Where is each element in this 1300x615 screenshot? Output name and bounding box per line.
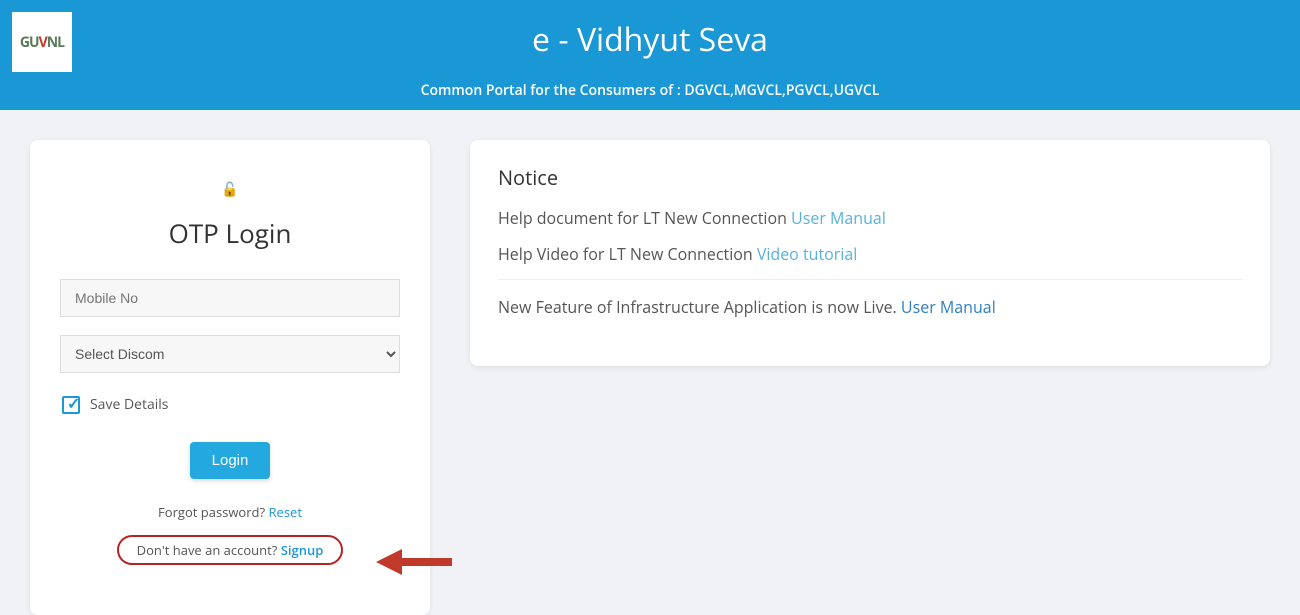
lock-icon: 🔓 xyxy=(60,180,400,199)
notice-divider xyxy=(498,279,1242,280)
annotation-arrow-icon xyxy=(376,553,456,571)
notice-line-3: New Feature of Infrastructure Applicatio… xyxy=(498,296,1242,318)
notice-line-1-text: Help document for LT New Connection xyxy=(498,207,791,229)
notice-line-3-text: New Feature of Infrastructure Applicatio… xyxy=(498,296,901,318)
logo-text-left: GU xyxy=(20,33,39,52)
page-subtitle: Common Portal for the Consumers of : DGV… xyxy=(0,81,1300,100)
notice-title: Notice xyxy=(498,164,1242,191)
notice-card: Notice Help document for LT New Connecti… xyxy=(470,140,1270,366)
login-card: 🔓 OTP Login Select Discom Save Details L… xyxy=(30,140,430,615)
notice-line-1-link[interactable]: User Manual xyxy=(791,207,886,229)
header: GUVNL e - Vidhyut Seva Common Portal for… xyxy=(0,0,1300,110)
mobile-input[interactable] xyxy=(60,279,400,317)
discom-select[interactable]: Select Discom xyxy=(60,335,400,373)
forgot-text: Forgot password? xyxy=(158,503,268,521)
signup-row: Don't have an account? Signup xyxy=(117,535,344,565)
notice-line-2-link[interactable]: Video tutorial xyxy=(757,243,857,265)
signup-link[interactable]: Signup xyxy=(281,541,324,559)
forgot-row: Forgot password? Reset xyxy=(60,503,400,521)
notice-line-1: Help document for LT New Connection User… xyxy=(498,207,1242,229)
logo-text-mid: V xyxy=(39,33,47,52)
notice-line-2-text: Help Video for LT New Connection xyxy=(498,243,757,265)
notice-line-3-link[interactable]: User Manual xyxy=(901,296,996,318)
login-title: OTP Login xyxy=(60,215,400,251)
reset-link[interactable]: Reset xyxy=(269,503,302,521)
logo: GUVNL xyxy=(12,12,72,72)
content: 🔓 OTP Login Select Discom Save Details L… xyxy=(0,110,1300,615)
logo-text-right: NL xyxy=(47,33,64,52)
login-button[interactable]: Login xyxy=(190,442,271,479)
save-checkbox-icon[interactable] xyxy=(62,396,80,414)
page-title: e - Vidhyut Seva xyxy=(0,18,1300,61)
save-details-label: Save Details xyxy=(90,395,168,414)
signup-text: Don't have an account? xyxy=(137,541,281,559)
save-details-row[interactable]: Save Details xyxy=(60,395,400,414)
notice-line-2: Help Video for LT New Connection Video t… xyxy=(498,243,1242,265)
